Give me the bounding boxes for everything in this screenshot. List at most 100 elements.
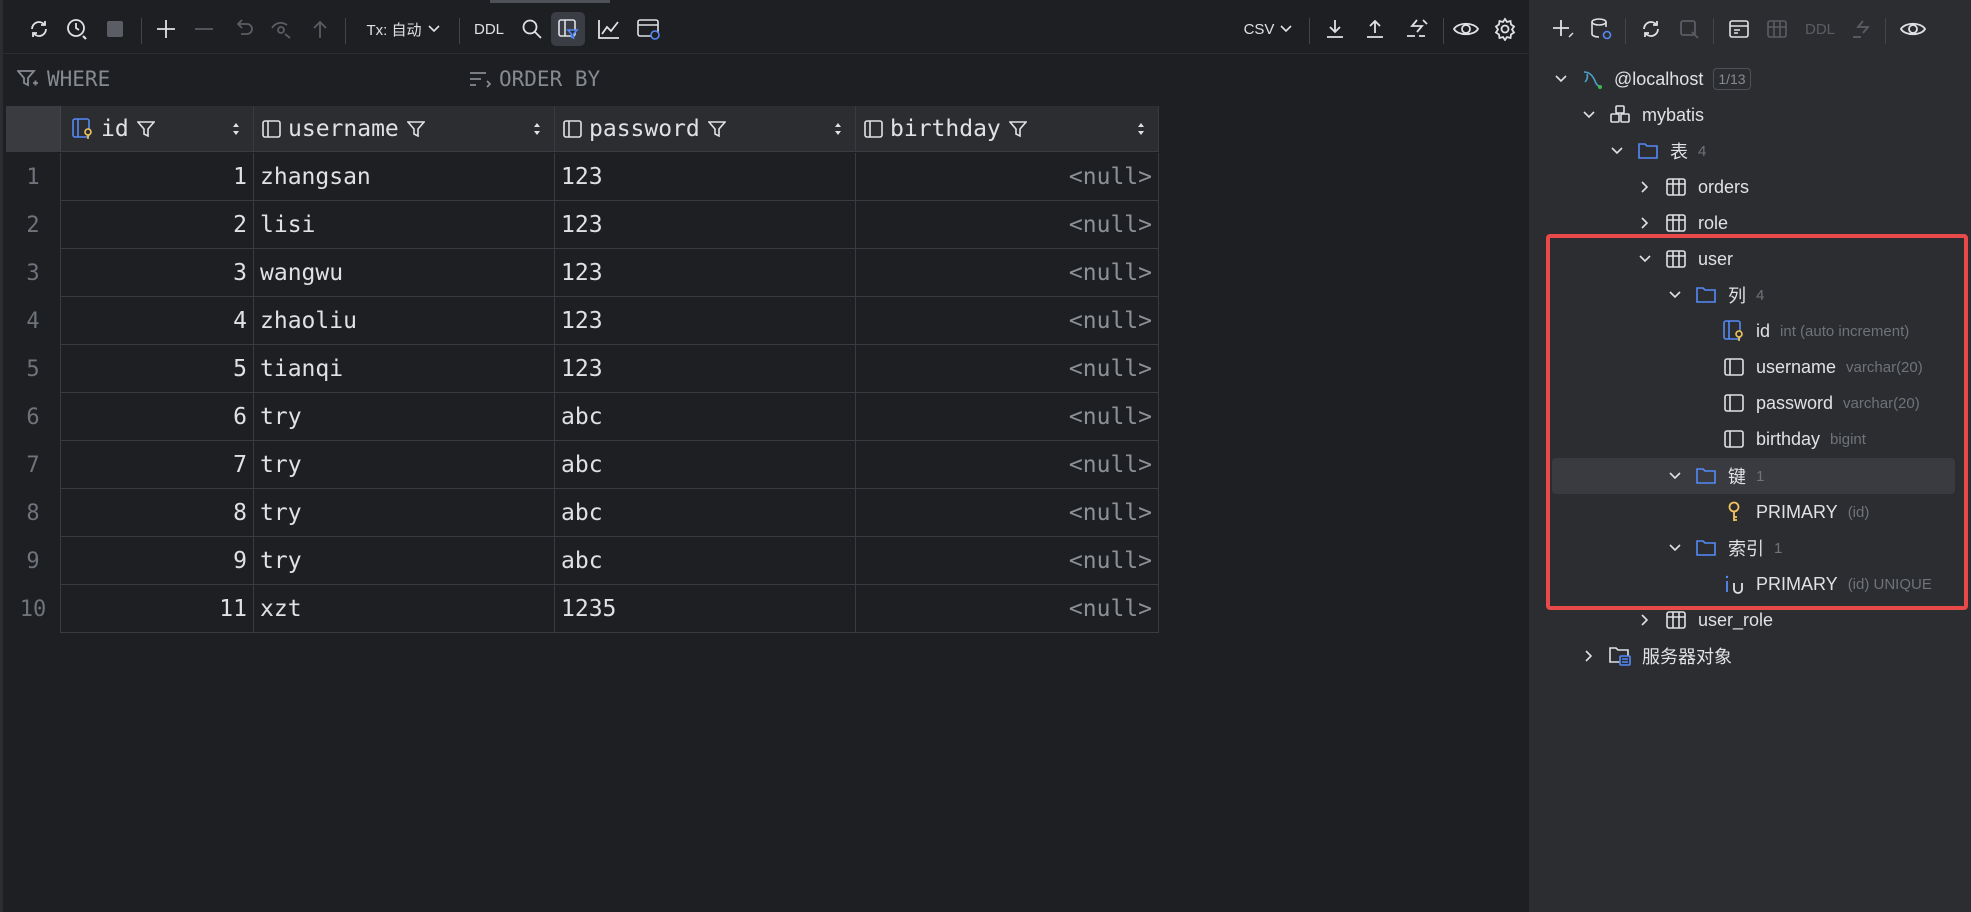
cell-id[interactable]: 5 [61, 345, 254, 393]
row-number[interactable]: 5 [6, 345, 61, 393]
history-clock-icon[interactable] [61, 6, 93, 52]
where-filter-input[interactable]: WHERE [17, 54, 457, 104]
download-icon[interactable] [1319, 6, 1351, 52]
export-format-dropdown[interactable]: CSV [1239, 6, 1297, 52]
filter-view-toggle-icon[interactable] [551, 12, 585, 46]
search-icon[interactable] [517, 6, 547, 52]
cell-birthday[interactable]: <null> [856, 393, 1159, 441]
cell-username[interactable]: zhaoliu [254, 297, 555, 345]
cell-username[interactable]: try [254, 393, 555, 441]
cell-birthday[interactable]: <null> [856, 345, 1159, 393]
cell-username[interactable]: zhangsan [254, 153, 555, 201]
chevron-down-icon[interactable] [1552, 70, 1570, 88]
cell-id[interactable]: 3 [61, 249, 254, 297]
cell-birthday[interactable]: <null> [856, 153, 1159, 201]
table-row[interactable]: 4 4 zhaoliu 123 <null> [6, 297, 1159, 345]
cell-password[interactable]: 123 [555, 297, 856, 345]
compare-icon[interactable] [1399, 6, 1433, 52]
row-number[interactable]: 7 [6, 441, 61, 489]
row-number[interactable]: 8 [6, 489, 61, 537]
cell-id[interactable]: 1 [61, 153, 254, 201]
row-number[interactable]: 2 [6, 201, 61, 249]
cell-birthday[interactable]: <null> [856, 201, 1159, 249]
row-number[interactable]: 4 [6, 297, 61, 345]
cell-password[interactable]: abc [555, 441, 856, 489]
table-row[interactable]: 1 1 zhangsan 123 <null> [6, 153, 1159, 201]
cell-password[interactable]: 123 [555, 153, 856, 201]
column-header-password[interactable]: password [555, 106, 856, 152]
chevron-right-icon[interactable] [1636, 611, 1654, 629]
row-number[interactable]: 1 [6, 153, 61, 201]
view-settings-icon[interactable] [633, 6, 665, 52]
column-filter-icon[interactable] [1008, 120, 1027, 138]
cell-username[interactable]: try [254, 441, 555, 489]
query-console-icon[interactable] [1723, 6, 1755, 52]
row-number[interactable]: 3 [6, 249, 61, 297]
sort-arrows-icon[interactable] [1136, 121, 1146, 137]
table-row[interactable]: 3 3 wangwu 123 <null> [6, 249, 1159, 297]
tree-node-mybatis[interactable]: mybatis [1580, 97, 1704, 133]
cell-password[interactable]: abc [555, 393, 856, 441]
chart-icon[interactable] [593, 6, 625, 52]
chevron-right-icon[interactable] [1636, 178, 1654, 196]
cell-username[interactable]: tianqi [254, 345, 555, 393]
cell-birthday[interactable]: <null> [856, 489, 1159, 537]
cell-id[interactable]: 6 [61, 393, 254, 441]
chevron-right-icon[interactable] [1636, 214, 1654, 232]
table-row[interactable]: 6 6 try abc <null> [6, 393, 1159, 441]
table-row[interactable]: 10 11 xzt 1235 <null> [6, 585, 1159, 633]
tree-node-server-objects[interactable]: 服务器对象 [1580, 638, 1732, 674]
view-eye-icon[interactable] [1449, 6, 1483, 52]
tree-node-localhost[interactable]: @localhost 1/13 [1552, 61, 1751, 97]
cell-username[interactable]: xzt [254, 585, 555, 633]
sort-arrows-icon[interactable] [833, 121, 843, 137]
schema-count-badge[interactable]: 1/13 [1713, 68, 1751, 90]
column-filter-icon[interactable] [136, 120, 155, 138]
transaction-mode-dropdown[interactable]: Tx: 自动 [357, 6, 449, 52]
cell-username[interactable]: wangwu [254, 249, 555, 297]
tree-node-table-orders[interactable]: orders [1636, 169, 1749, 205]
sort-arrows-icon[interactable] [231, 121, 241, 137]
column-header-birthday[interactable]: birthday [856, 106, 1159, 152]
settings-gear-icon[interactable] [1489, 6, 1521, 52]
refresh-icon[interactable] [1635, 6, 1667, 52]
row-number[interactable]: 9 [6, 537, 61, 585]
cell-password[interactable]: 123 [555, 249, 856, 297]
order-by-input[interactable]: ORDER BY [469, 54, 969, 104]
cell-username[interactable]: try [254, 489, 555, 537]
row-number[interactable]: 10 [6, 585, 61, 633]
column-filter-icon[interactable] [406, 120, 425, 138]
table-row[interactable]: 9 9 try abc <null> [6, 537, 1159, 585]
cell-birthday[interactable]: <null> [856, 585, 1159, 633]
cell-id[interactable]: 11 [61, 585, 254, 633]
refresh-icon[interactable] [23, 6, 55, 52]
cell-birthday[interactable]: <null> [856, 297, 1159, 345]
cell-birthday[interactable]: <null> [856, 537, 1159, 585]
cell-birthday[interactable]: <null> [856, 441, 1159, 489]
table-row[interactable]: 5 5 tianqi 123 <null> [6, 345, 1159, 393]
cell-id[interactable]: 4 [61, 297, 254, 345]
cell-password[interactable]: abc [555, 489, 856, 537]
cell-id[interactable]: 2 [61, 201, 254, 249]
sort-arrows-icon[interactable] [532, 121, 542, 137]
cell-id[interactable]: 7 [61, 441, 254, 489]
chevron-down-icon[interactable] [1608, 142, 1626, 160]
view-options-eye-icon[interactable] [1895, 6, 1931, 52]
cell-password[interactable]: 123 [555, 345, 856, 393]
chevron-down-icon[interactable] [1580, 106, 1598, 124]
add-datasource-icon[interactable] [1547, 6, 1579, 52]
column-header-id[interactable]: id [61, 106, 254, 152]
row-number[interactable]: 6 [6, 393, 61, 441]
datasource-properties-icon[interactable] [1585, 6, 1617, 52]
cell-password[interactable]: 123 [555, 201, 856, 249]
tree-node-tables-folder[interactable]: 表 4 [1608, 133, 1706, 169]
table-row[interactable]: 7 7 try abc <null> [6, 441, 1159, 489]
add-row-icon[interactable] [151, 6, 181, 52]
cell-username[interactable]: lisi [254, 201, 555, 249]
column-filter-icon[interactable] [707, 120, 726, 138]
ddl-button[interactable]: DDL [469, 6, 509, 52]
column-header-username[interactable]: username [254, 106, 555, 152]
cell-id[interactable]: 8 [61, 489, 254, 537]
row-number-header[interactable] [6, 106, 61, 152]
upload-icon[interactable] [1359, 6, 1391, 52]
